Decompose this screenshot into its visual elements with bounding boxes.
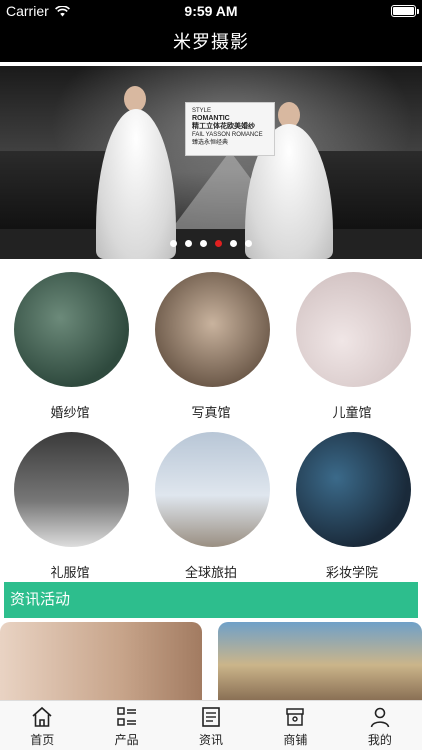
carousel-dot[interactable] — [200, 240, 207, 247]
category-label: 彩妆学院 — [325, 565, 378, 580]
banner-carousel[interactable]: STYLE ROMANTIC 精工立体花欧美婚纱 FAIL YASSON ROM… — [0, 66, 422, 259]
user-icon — [370, 707, 390, 728]
category-label: 写真馆 — [191, 405, 231, 420]
grid-list-icon — [116, 707, 136, 726]
status-bar: Carrier 9:59 AM — [0, 0, 422, 22]
category-label: 儿童馆 — [332, 405, 372, 420]
tab-label: 我的 — [367, 733, 392, 747]
tab-products[interactable]: 产品 — [84, 701, 168, 750]
carousel-dot[interactable] — [170, 240, 177, 247]
tab-label: 首页 — [30, 733, 55, 747]
news-section-header: 资讯活动 — [4, 582, 418, 618]
carousel-dot[interactable] — [245, 240, 252, 247]
carousel-dot[interactable] — [185, 240, 192, 247]
card-line-style: STYLE — [192, 108, 212, 114]
shop-icon — [286, 708, 305, 726]
category-makeup-image — [296, 432, 411, 547]
category-label: 礼服馆 — [50, 565, 90, 580]
category-gown-image — [14, 432, 129, 547]
category-wedding[interactable]: 婚纱馆 — [0, 266, 140, 420]
tab-label: 商铺 — [283, 733, 308, 747]
category-makeup[interactable]: 彩妆学院 — [282, 426, 422, 580]
card-line-romantic: ROMANTIC — [192, 115, 230, 122]
status-time: 9:59 AM — [184, 3, 238, 19]
tab-news[interactable]: 资讯 — [169, 701, 253, 750]
category-kids-image — [296, 272, 411, 387]
news-item[interactable] — [218, 622, 422, 700]
bottom-tab-bar: 首页 产品 资讯 商铺 我的 — [0, 700, 422, 750]
category-label: 婚纱馆 — [50, 405, 90, 420]
banner-style-card: STYLE ROMANTIC 精工立体花欧美婚纱 FAIL YASSON ROM… — [185, 102, 275, 156]
tab-label: 资讯 — [199, 733, 224, 747]
category-travel[interactable]: 全球旅拍 — [141, 426, 281, 580]
nav-title: 米罗摄影 — [0, 22, 422, 62]
carousel-dot-active[interactable] — [215, 240, 222, 247]
card-line-en: FAIL YASSON ROMANCE — [192, 132, 263, 138]
carousel-dot[interactable] — [230, 240, 237, 247]
category-portrait[interactable]: 写真馆 — [141, 266, 281, 420]
tab-label: 产品 — [114, 733, 139, 747]
battery-icon — [391, 5, 419, 17]
carousel-dots — [0, 240, 422, 250]
card-line-cn: 精工立体花欧美婚纱 — [192, 123, 255, 130]
category-gown[interactable]: 礼服馆 — [0, 426, 140, 580]
card-line-slogan: 臻选永恒经典 — [192, 140, 229, 146]
category-portrait-image — [155, 272, 270, 387]
news-item[interactable] — [0, 622, 202, 700]
category-travel-image — [155, 432, 270, 547]
category-kids[interactable]: 儿童馆 — [282, 266, 422, 420]
home-icon — [32, 706, 52, 727]
tab-me[interactable]: 我的 — [338, 701, 422, 750]
news-icon — [202, 707, 220, 727]
tab-home[interactable]: 首页 — [0, 701, 84, 750]
category-wedding-image — [14, 272, 129, 387]
category-label: 全球旅拍 — [184, 565, 237, 580]
tab-shop[interactable]: 商铺 — [253, 701, 337, 750]
